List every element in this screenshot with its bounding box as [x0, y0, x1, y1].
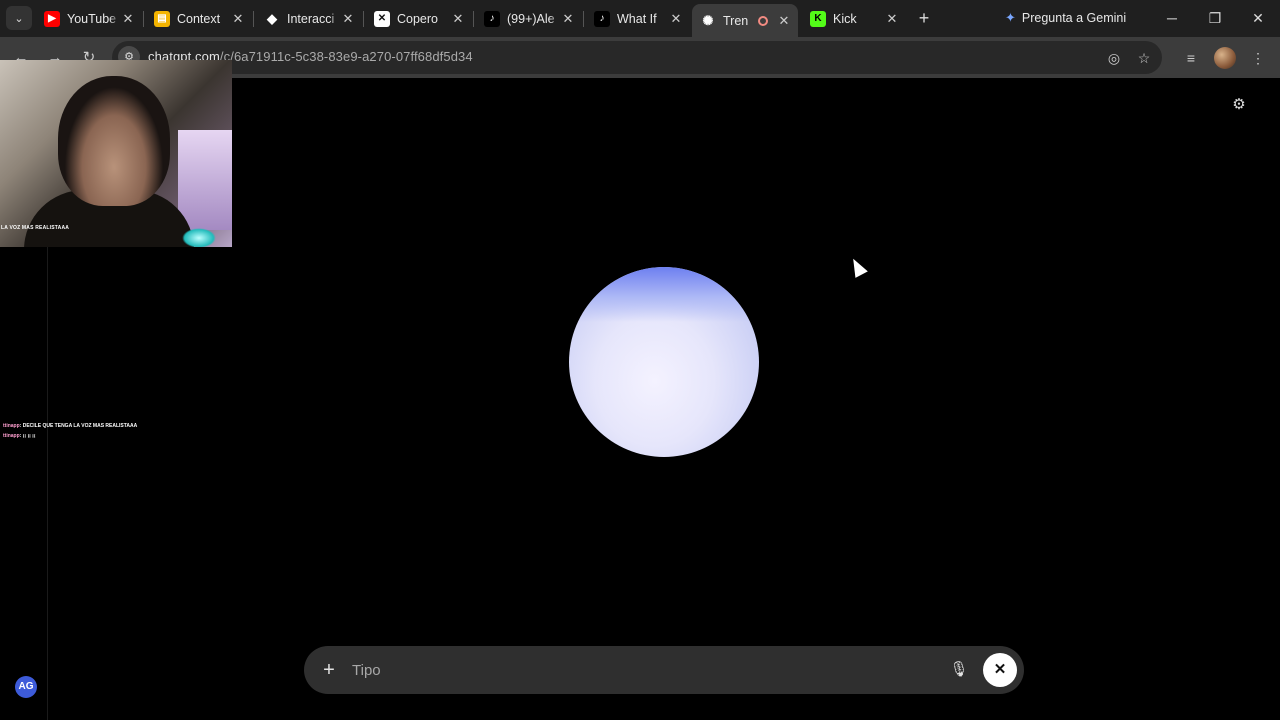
gemini-button[interactable]: ✦ Pregunta a Gemini: [995, 5, 1136, 31]
minimize-icon: ─: [1167, 10, 1177, 26]
sliders-icon: ⚙: [1232, 96, 1246, 113]
voice-settings-button[interactable]: ⚙: [1229, 95, 1249, 115]
docs-icon: ▤: [154, 10, 170, 27]
tab-divider: [253, 11, 254, 27]
menu-kebab-icon[interactable]: ⋮: [1247, 47, 1269, 69]
tiktok-icon: ♪: [594, 10, 610, 27]
chat-username: ttinapp: [3, 433, 20, 439]
tab-title: Interacci: [287, 11, 335, 26]
media-control-icon[interactable]: ≡: [1180, 47, 1202, 69]
chatgpt-icon: ✺: [702, 12, 714, 28]
tab-title: (99+)Ale: [507, 11, 555, 26]
chat-username: ttinapp: [3, 423, 20, 429]
kick-icon: K: [810, 10, 826, 27]
tab-chatgpt-active[interactable]: ✺ Tren ✕: [692, 4, 798, 37]
microphone-button[interactable]: 🎙: [948, 659, 970, 681]
voice-input-bar: + 🎙 ✕: [304, 646, 1024, 694]
close-icon[interactable]: ✕: [668, 11, 684, 27]
url-path: /c/6a71911c-5c38-83e9-a270-07ff68df5d34: [219, 49, 473, 64]
close-icon[interactable]: ✕: [884, 11, 900, 27]
webcam-light: [182, 228, 216, 247]
window-close-button[interactable]: ✕: [1246, 7, 1270, 29]
tab-title: Copero: [397, 11, 438, 26]
tab-title: Context: [177, 11, 221, 26]
chat-message: ttinapp: ¡¡ ¡¡ ¡¡: [3, 433, 36, 439]
tab-title: Tren: [723, 13, 749, 28]
chat-text: : ¡¡ ¡¡ ¡¡: [19, 433, 36, 439]
tab-title: What If: [617, 11, 657, 26]
webcam-caption: LA VOZ MAS REALISTAAA: [1, 225, 70, 231]
restore-icon: ❐: [1208, 10, 1222, 26]
youtube-icon: ▶: [44, 10, 60, 27]
new-tab-button[interactable]: +: [914, 8, 934, 28]
plus-icon: +: [918, 8, 930, 28]
tab-tiktok-whatif[interactable]: ♪ What If ✕: [586, 4, 690, 33]
tab-context[interactable]: ▤ Context ✕: [146, 4, 252, 33]
close-icon: ✕: [993, 661, 1007, 678]
restore-button[interactable]: ❐: [1203, 7, 1227, 29]
recording-icon: [758, 15, 768, 26]
minimize-button[interactable]: ─: [1160, 7, 1184, 29]
tab-search-button[interactable]: ⌄: [6, 6, 32, 30]
tiktok-icon: ♪: [484, 10, 500, 27]
tab-divider: [473, 11, 474, 27]
stream-chat-panel: [0, 247, 48, 720]
add-attachment-button[interactable]: +: [317, 658, 341, 682]
user-avatar[interactable]: AG: [15, 676, 37, 698]
tab-divider: [143, 11, 144, 27]
gemini-spark-icon: ✦: [1005, 10, 1016, 25]
profile-avatar[interactable]: [1214, 47, 1236, 69]
tab-kick[interactable]: K Kick ✕: [802, 4, 906, 33]
webcam-background-poster: [178, 130, 232, 230]
tab-divider: [583, 11, 584, 27]
tab-youtube[interactable]: ▶ YouTube ✕: [36, 4, 142, 33]
tab-divider: [363, 11, 364, 27]
webcam-overlay: LA VOZ MAS REALISTAAA: [0, 60, 232, 247]
message-input[interactable]: [352, 658, 932, 682]
voice-orb: [569, 267, 759, 457]
chevron-down-icon: ⌄: [14, 12, 24, 25]
address-bar[interactable]: ⚙ chatgpt.com/c/6a71911c-5c38-83e9-a270-…: [112, 41, 1162, 74]
tab-title: Kick: [833, 11, 857, 26]
mouse-cursor: [847, 255, 868, 278]
close-icon[interactable]: ✕: [230, 11, 246, 27]
chat-message: ttinapp: DECILE QUE TENGA LA VOZ MAS REA…: [3, 423, 137, 429]
chat-text: : DECILE QUE TENGA LA VOZ MAS REALISTAAA: [19, 423, 138, 429]
webcam-person-head: [58, 76, 170, 206]
gemini-label: Pregunta a Gemini: [1021, 11, 1127, 25]
eye-off-icon[interactable]: ◎: [1103, 47, 1125, 69]
tab-interacci[interactable]: ◆ Interacci ✕: [256, 4, 362, 33]
end-voice-button[interactable]: ✕: [983, 653, 1017, 687]
close-icon[interactable]: ✕: [776, 13, 792, 29]
tab-copero[interactable]: ✕ Copero ✕: [366, 4, 472, 33]
close-icon[interactable]: ✕: [560, 11, 576, 27]
bookmark-star-icon[interactable]: ☆: [1133, 47, 1155, 69]
close-icon[interactable]: ✕: [120, 11, 136, 27]
tab-title: YouTube: [67, 11, 117, 26]
microphone-icon: 🎙: [949, 661, 969, 678]
close-icon[interactable]: ✕: [340, 11, 356, 27]
close-icon: ✕: [1252, 10, 1264, 26]
tab-tiktok-ale[interactable]: ♪ (99+)Ale ✕: [476, 4, 582, 33]
close-icon[interactable]: ✕: [450, 11, 466, 27]
plus-icon: +: [323, 659, 335, 681]
tab-strip: ⌄ ▶ YouTube ✕ ▤ Context ✕ ◆ Interacci ✕ …: [0, 0, 1280, 37]
voice-orb-highlight: [569, 267, 759, 322]
copero-icon: ✕: [374, 10, 390, 27]
git-icon: ◆: [267, 10, 277, 26]
